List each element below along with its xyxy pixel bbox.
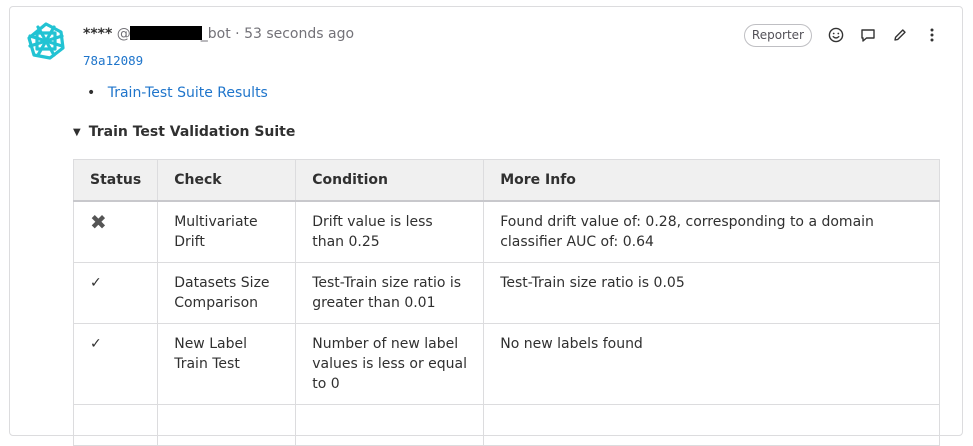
author-handle[interactable]: @ _bot: [117, 26, 235, 42]
edit-button[interactable]: [888, 23, 912, 47]
info-cell: Test-Train size ratio is 0.05: [483, 262, 940, 324]
condition-cell: Drift value is less than 0.25: [295, 200, 485, 263]
status-cell: [72, 404, 159, 446]
header-more-info: More Info: [483, 159, 940, 202]
condition-cell: Test-Train size ratio is greater than 0.…: [295, 262, 485, 324]
caret-down-icon: ▼: [73, 127, 81, 138]
table-header-row: Status Check Condition More Info: [72, 159, 940, 202]
table-row: ✖ Multivariate Drift Drift value is less…: [72, 200, 940, 263]
status-cell: ✓: [72, 262, 159, 324]
check-cell: New Label Train Test: [157, 323, 297, 405]
results-link[interactable]: Train-Test Suite Results: [108, 85, 268, 101]
smiley-icon: [828, 27, 844, 43]
pencil-icon: [894, 29, 906, 41]
more-actions-button[interactable]: [920, 23, 944, 47]
fail-icon: ✖: [90, 210, 107, 234]
table-row: ✓ Datasets Size Comparison Test-Train si…: [72, 262, 940, 324]
header-check: Check: [157, 159, 297, 202]
comment-icon: [861, 29, 875, 42]
header-condition: Condition: [295, 159, 485, 202]
check-cell: Datasets Size Comparison: [157, 262, 297, 324]
results-list: Train-Test Suite Results: [87, 85, 268, 101]
timestamp[interactable]: 53 seconds ago: [244, 26, 354, 42]
separator: ·: [235, 26, 240, 42]
status-cell: ✓: [72, 323, 159, 405]
redacted-text: [129, 26, 202, 40]
check-cell: [157, 404, 297, 446]
avatar[interactable]: [26, 21, 66, 61]
header-status: Status: [72, 159, 159, 202]
condition-cell: [295, 404, 485, 446]
info-cell: No new labels found: [483, 323, 940, 405]
role-badge: Reporter: [743, 23, 812, 47]
info-cell: [483, 404, 940, 446]
reply-button[interactable]: [856, 23, 880, 47]
list-item: Train-Test Suite Results: [87, 85, 268, 101]
note-actions: Reporter: [743, 23, 944, 47]
info-cell: Found drift value of: 0.28, correspondin…: [483, 200, 940, 263]
table-row: [72, 404, 940, 446]
kebab-menu-icon: [930, 28, 934, 42]
pass-icon: ✓: [90, 275, 102, 291]
check-cell: Multivariate Drift: [157, 200, 297, 263]
suite-results-table: Status Check Condition More Info ✖ Multi…: [72, 159, 940, 446]
condition-cell: Number of new label values is less or eq…: [295, 323, 485, 405]
add-reaction-button[interactable]: [824, 23, 848, 47]
suite-summary-toggle[interactable]: ▼ Train Test Validation Suite: [73, 124, 295, 140]
pass-icon: ✓: [90, 336, 102, 352]
note-meta: **** @ _bot · 53 seconds ago: [83, 24, 354, 44]
suite-title: Train Test Validation Suite: [88, 124, 296, 140]
commit-link[interactable]: 78a12089: [83, 53, 143, 68]
status-cell: ✖: [72, 200, 159, 263]
table-row: ✓ New Label Train Test Number of new lab…: [72, 323, 940, 405]
author-name[interactable]: ****: [83, 26, 112, 42]
